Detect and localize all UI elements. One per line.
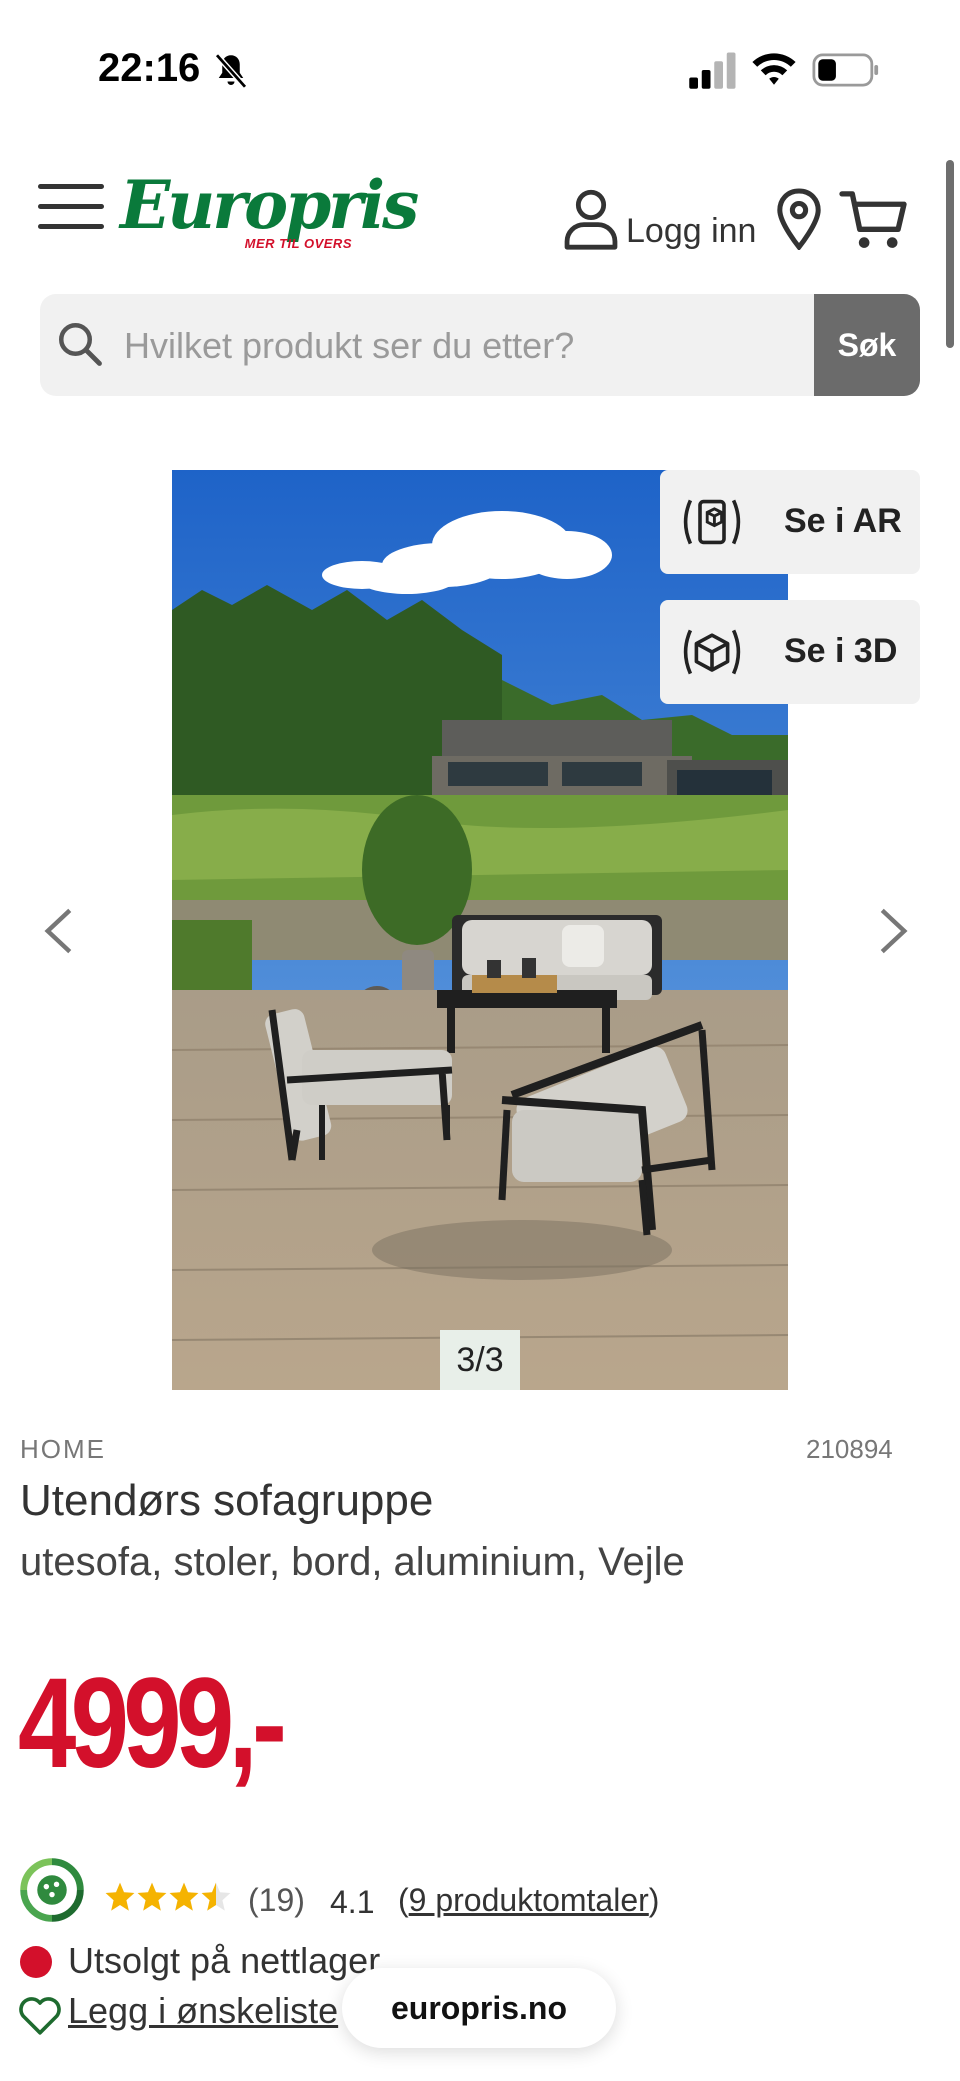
rating-value: 4.1 <box>330 1884 375 1920</box>
rating-star <box>169 1882 199 1911</box>
reviews-close-paren: ) <box>648 1882 660 1918</box>
europris-logo[interactable]: Europris MER TIL OVERS <box>120 166 419 256</box>
chevron-right-icon[interactable] <box>876 906 912 956</box>
search-button[interactable]: Søk <box>814 294 920 396</box>
status-time: 22:16 <box>98 46 201 90</box>
login-link[interactable]: Logg inn <box>626 212 756 251</box>
menu-icon[interactable] <box>38 184 104 230</box>
view-in-ar-button[interactable]: Se i AR <box>660 470 920 574</box>
stock-status-text: Utsolgt på nettlager <box>68 1940 381 1981</box>
rating-count: (19) <box>248 1882 305 1918</box>
product-sku: 210894 <box>806 1434 893 1464</box>
add-to-wishlist-link[interactable]: Legg i ønskeliste <box>68 1990 338 2032</box>
cube-icon <box>683 629 741 675</box>
reviews-link[interactable]: (9 produktomtaler) <box>398 1882 659 1919</box>
search-bar: Søk <box>40 294 920 396</box>
product-subtitle: utesofa, stoler, bord, aluminium, Vejle <box>20 1540 685 1584</box>
signal-icon <box>689 52 736 89</box>
search-input[interactable] <box>122 294 846 396</box>
rating-star <box>105 1882 135 1911</box>
location-pin-icon[interactable] <box>774 188 824 250</box>
product-brand[interactable]: HOME <box>20 1434 106 1465</box>
browser-url-pill[interactable]: europris.no <box>342 1968 616 2048</box>
wifi-icon <box>752 53 796 85</box>
logo-tagline: MER TIL OVERS <box>244 236 352 251</box>
rating-stars <box>105 1882 231 1911</box>
search-icon <box>59 323 102 366</box>
eco-badge-icon[interactable] <box>18 1856 86 1924</box>
stock-status-dot <box>20 1946 52 1978</box>
cart-icon[interactable] <box>838 188 908 250</box>
product-page: 22:16 Europris MER TIL OVERS Logg inn Hv… <box>0 0 960 2081</box>
ar-label: Se i AR <box>784 502 902 540</box>
rating-star <box>137 1882 167 1911</box>
ar-icon <box>683 499 741 545</box>
rating-star <box>201 1882 231 1911</box>
heart-icon[interactable] <box>18 1996 62 2036</box>
product-price: 4999,- <box>18 1652 287 1795</box>
bell-muted-icon <box>214 53 248 89</box>
battery-icon <box>812 53 879 87</box>
reviews-link-text[interactable]: 9 produktomtaler <box>409 1882 649 1918</box>
3d-label: Se i 3D <box>784 632 898 670</box>
product-title: Utendørs sofagruppe <box>20 1476 434 1525</box>
image-counter: 3/3 <box>440 1330 520 1390</box>
user-icon[interactable] <box>562 188 620 250</box>
view-in-3d-button[interactable]: Se i 3D <box>660 600 920 704</box>
logo-wordmark: Europris <box>120 166 419 244</box>
scrollbar[interactable] <box>946 160 954 348</box>
chevron-left-icon[interactable] <box>40 906 76 956</box>
reviews-open-paren: ( <box>398 1882 409 1918</box>
